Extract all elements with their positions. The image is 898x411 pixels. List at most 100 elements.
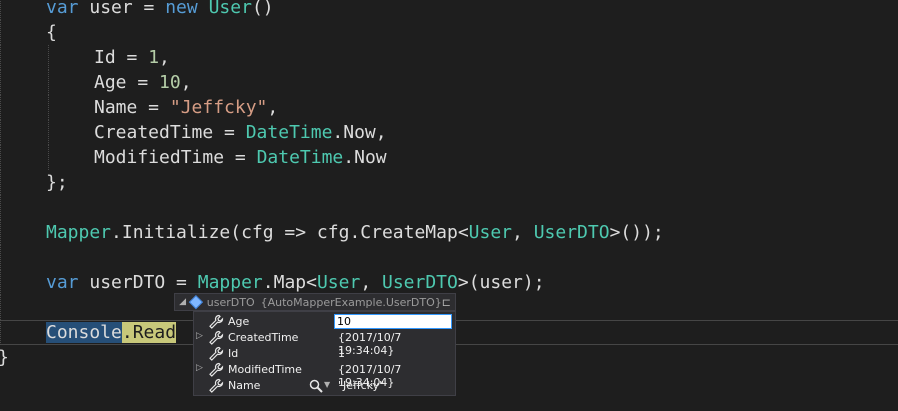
- indent-guide: [0, 295, 1, 320]
- code-token: "Jeffcky": [169, 97, 268, 118]
- code-token: ,: [360, 272, 382, 293]
- code-line[interactable]: ModifiedTime = DateTime.Now: [0, 145, 898, 170]
- indent-guide: [0, 195, 1, 220]
- datatip-row-name[interactable]: Name ▼ "Jeffcky": [194, 378, 455, 394]
- code-line[interactable]: CreatedTime = DateTime.Now,: [0, 120, 898, 145]
- datatip-variable-type: {AutoMapperExample.UserDTO}: [260, 295, 442, 309]
- code-token: };: [46, 172, 68, 193]
- property-value: "Jeffcky": [338, 379, 385, 392]
- code-text: Mapper.Initialize(cfg => cfg.CreateMap<U…: [46, 220, 664, 245]
- triangle-right-icon[interactable]: ▷: [196, 331, 206, 341]
- wrench-icon: [208, 378, 224, 394]
- code-text: Id = 1,: [94, 45, 170, 70]
- wrench-icon: [208, 362, 224, 378]
- code-token: Mapper: [46, 222, 112, 243]
- code-token: .Now: [343, 147, 387, 168]
- property-value-input[interactable]: 10: [334, 314, 452, 329]
- code-line[interactable]: Mapper.Initialize(cfg => cfg.CreateMap<U…: [0, 220, 898, 245]
- code-token: Mapper: [197, 272, 263, 293]
- indent-guide: [0, 70, 1, 95]
- datatip-row-modifiedtime[interactable]: ▷ ModifiedTime {2017/10/7 19:34:04}: [194, 362, 455, 389]
- code-token: CreatedTime =: [94, 122, 246, 143]
- property-name: Age: [228, 315, 250, 328]
- code-token: userDTO =: [78, 272, 198, 293]
- code-token: (): [251, 0, 274, 18]
- code-text: Console.Read: [46, 320, 177, 345]
- code-token: }: [0, 347, 9, 368]
- pin-icon[interactable]: ⊏: [442, 296, 451, 309]
- triangle-right-icon[interactable]: ▷: [196, 363, 206, 373]
- property-name: Name: [228, 379, 261, 392]
- code-line[interactable]: Id = 1,: [0, 45, 898, 70]
- code-line[interactable]: Age = 10,: [0, 70, 898, 95]
- magnifier-icon[interactable]: [308, 378, 324, 394]
- code-token: UserDTO: [382, 272, 458, 293]
- collapse-icon[interactable]: ◢: [177, 297, 188, 307]
- code-token: ,: [267, 97, 279, 118]
- indent-guide: [0, 0, 1, 20]
- datatip-header[interactable]: ◢ userDTO {AutoMapperExample.UserDTO} ⊏: [174, 293, 456, 311]
- indent-guide: [48, 70, 49, 95]
- code-token: var: [46, 272, 79, 293]
- code-token: 1: [148, 47, 160, 68]
- wrench-icon: [208, 330, 224, 346]
- code-token: DateTime: [256, 147, 344, 168]
- code-token: User: [316, 272, 361, 293]
- code-token: User: [468, 222, 513, 243]
- indent-guide: [0, 20, 1, 45]
- code-token: DateTime: [245, 122, 333, 143]
- property-name: ModifiedTime: [228, 363, 302, 376]
- indent-guide: [0, 220, 1, 245]
- code-text: CreatedTime = DateTime.Now,: [94, 120, 387, 145]
- code-line[interactable]: Name = "Jeffcky",: [0, 95, 898, 120]
- code-token: user =: [78, 0, 166, 18]
- code-token: .Read: [121, 322, 177, 343]
- code-token: new: [165, 0, 198, 18]
- code-token: var: [46, 0, 79, 18]
- indent-guide: [0, 245, 1, 270]
- code-line[interactable]: {: [0, 20, 898, 45]
- indent-guide: [48, 145, 49, 170]
- indent-guide: [0, 95, 1, 120]
- code-text: var user = new User(): [46, 0, 274, 20]
- code-token: .Initialize(cfg => cfg.CreateMap<: [111, 222, 469, 243]
- chevron-down-icon[interactable]: ▼: [324, 380, 330, 389]
- code-token: Console: [46, 322, 122, 343]
- code-token: .Now,: [332, 122, 387, 143]
- code-token: UserDTO: [533, 222, 610, 243]
- code-token: ,: [180, 72, 192, 93]
- indent-guide: [48, 95, 49, 120]
- datatip-variable-name: userDTO: [206, 295, 255, 309]
- property-name: CreatedTime: [228, 331, 299, 344]
- datatip-row-age[interactable]: Age 10: [194, 314, 455, 330]
- indent-guide: [0, 320, 1, 345]
- code-token: ,: [512, 222, 534, 243]
- property-value: 1: [338, 347, 345, 360]
- indent-guide: [0, 45, 1, 70]
- indent-guide: [0, 170, 1, 195]
- code-token: Age =: [94, 72, 160, 93]
- indent-guide: [0, 270, 1, 295]
- indent-guide: [48, 120, 49, 145]
- code-line[interactable]: [0, 195, 898, 220]
- datatip-row-id[interactable]: Id 1: [194, 346, 455, 362]
- indent-guide: [0, 120, 1, 145]
- code-token: ModifiedTime =: [94, 147, 257, 168]
- code-token: {: [46, 22, 57, 43]
- property-name: Id: [228, 347, 239, 360]
- indent-guide: [0, 145, 1, 170]
- code-token: >());: [609, 222, 664, 243]
- indent-guide: [48, 45, 49, 70]
- code-text: };: [46, 170, 68, 195]
- datatip-row-createdtime[interactable]: ▷ CreatedTime {2017/10/7 19:34:04}: [194, 330, 455, 357]
- wrench-icon: [208, 346, 224, 362]
- code-line[interactable]: var userDTO = Mapper.Map<User, UserDTO>(…: [0, 270, 898, 295]
- code-text: Age = 10,: [94, 70, 192, 95]
- datatip-body: Age 10 ▷ CreatedTime {2017/10/7 19:34:04} Id 1…: [193, 311, 456, 396]
- code-text: var userDTO = Mapper.Map<User, UserDTO>(…: [46, 270, 545, 295]
- code-line[interactable]: };: [0, 170, 898, 195]
- code-token: .Map<: [262, 272, 317, 293]
- code-line[interactable]: var user = new User(): [0, 0, 898, 20]
- code-line[interactable]: [0, 245, 898, 270]
